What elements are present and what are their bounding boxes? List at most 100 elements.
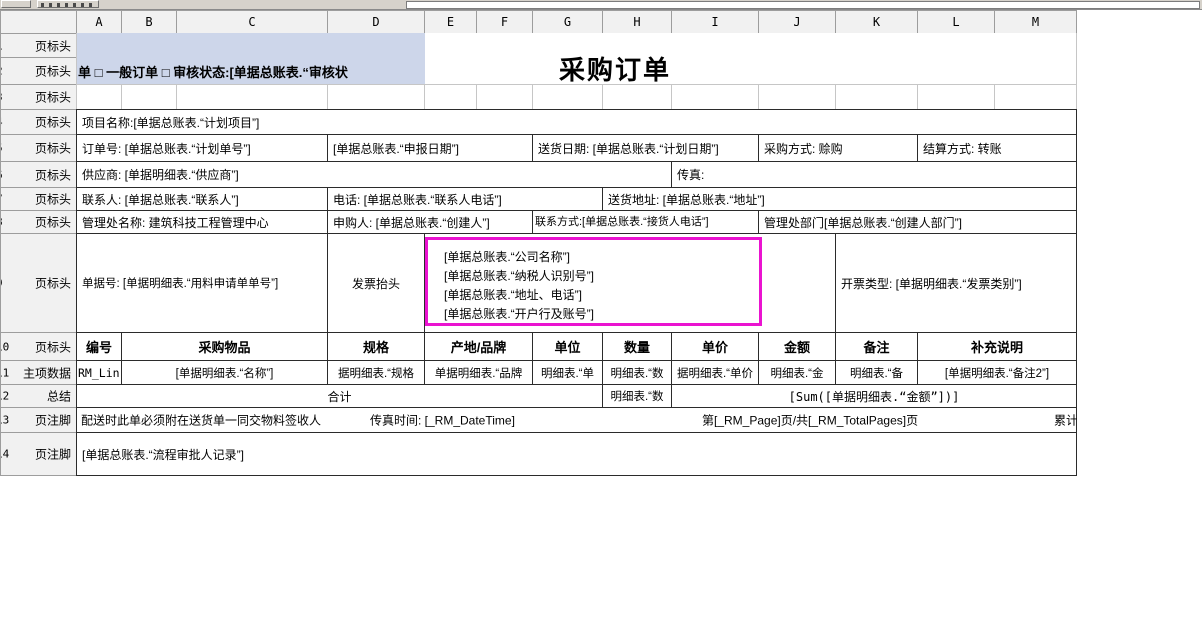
band-row-6[interactable]: 6页标头 xyxy=(0,161,77,188)
empty-cell[interactable] xyxy=(122,84,177,110)
empty-cell[interactable] xyxy=(177,84,328,110)
col-header-beizhu[interactable]: 备注 xyxy=(836,332,918,361)
empty-cell[interactable] xyxy=(76,84,122,110)
col-header-M[interactable]: M xyxy=(995,10,1077,34)
cell-order-no[interactable]: 订单号: [单据总账表.“计划单号”] xyxy=(76,134,328,162)
band-row-12[interactable]: 12总结 xyxy=(0,384,77,408)
col-header-danjia[interactable]: 单价 xyxy=(672,332,759,361)
cell-supplier[interactable]: 供应商: [单据明细表.“供应商”] xyxy=(76,161,672,188)
empty-cell[interactable] xyxy=(477,84,533,110)
col-header-shuliang[interactable]: 数量 xyxy=(603,332,672,361)
band-row-10[interactable]: 10页标头 xyxy=(0,332,77,361)
cell-brand[interactable]: 单据明细表.“品牌 xyxy=(425,360,533,385)
col-header-F[interactable]: F xyxy=(477,10,533,34)
toolbar-field-fragment[interactable] xyxy=(406,1,1200,9)
cell-remark[interactable]: 明细表.“备 xyxy=(836,360,918,385)
col-header-K[interactable]: K xyxy=(836,10,918,34)
cell-total-qty[interactable]: 明细表.“数 xyxy=(603,384,672,408)
cell-total-label[interactable]: 合计 xyxy=(76,384,603,408)
cell-invoice-title-label[interactable]: 发票抬头 xyxy=(328,233,425,333)
col-header-caigouwupin[interactable]: 采购物品 xyxy=(122,332,328,361)
cell-dept[interactable]: 管理处部门[单据总账表.“创建人部门”] xyxy=(759,210,1077,234)
cell-price[interactable]: 据明细表.“单价 xyxy=(672,360,759,385)
col-header-H[interactable]: H xyxy=(603,10,672,34)
cell-purchase-method[interactable]: 采购方式: 赊购 xyxy=(759,134,918,162)
footer-page-number: 第[_RM_Page]页/共[_RM_TotalPages]页 xyxy=(702,412,918,429)
band-row-1[interactable]: 1页标头 xyxy=(0,33,77,58)
footer-cumulative: 累计 xyxy=(1054,412,1077,429)
cell-contact-method[interactable]: 联系方式:[单据总账表.“接货人电话”] xyxy=(533,210,759,234)
band-row-3[interactable]: 3页标头 xyxy=(0,84,77,110)
selected-range-highlight[interactable]: 单 □ 一般订单 □ 审核状态:[单据总账表.“审核状 xyxy=(77,33,425,85)
band-label: 页标头 xyxy=(35,63,71,80)
col-header-G[interactable]: G xyxy=(533,10,603,34)
cell-doc-no[interactable]: 单据号: [单据明细表.“用料申请单单号”] xyxy=(76,233,328,333)
empty-cell[interactable] xyxy=(836,84,918,110)
cell-fax[interactable]: 传真: xyxy=(672,161,1077,188)
col-header-D[interactable]: D xyxy=(328,10,425,34)
empty-cell[interactable] xyxy=(995,84,1077,110)
col-header-buchongshuoming[interactable]: 补充说明 xyxy=(918,332,1077,361)
row-order: 订单号: [单据总账表.“计划单号”] [单据总账表.“申报日期”] 送货日期:… xyxy=(76,134,1077,162)
col-header-I[interactable]: I xyxy=(672,10,759,34)
cell-amount[interactable]: 明细表.“金 xyxy=(759,360,836,385)
cell-spec[interactable]: 据明细表.“规格 xyxy=(328,360,425,385)
cell-settle-method[interactable]: 结算方式: 转账 xyxy=(918,134,1077,162)
corner-cell[interactable] xyxy=(0,10,77,34)
row-number: 5 xyxy=(0,142,3,155)
cell-approval-record[interactable]: [单据总账表.“流程审批人记录”] xyxy=(76,432,1077,476)
col-header-jine[interactable]: 金额 xyxy=(759,332,836,361)
empty-cell[interactable] xyxy=(759,84,836,110)
title-band[interactable]: 单 □ 一般订单 □ 审核状态:[单据总账表.“审核状 采购订单 xyxy=(76,33,1077,85)
col-header-bianhao[interactable]: 编号 xyxy=(76,332,122,361)
cell-total-amount-sum[interactable]: [Sum([单据明细表.“金额”])] xyxy=(672,384,1077,408)
cell-invoice-info[interactable]: [单据总账表.“公司名称”] [单据总账表.“纳税人识别号”] [单据总账表.“… xyxy=(425,233,836,333)
col-header-J[interactable]: J xyxy=(759,10,836,34)
empty-cell[interactable] xyxy=(603,84,672,110)
cell-line-no[interactable]: RM_Lin xyxy=(76,360,122,385)
col-header-C[interactable]: C xyxy=(177,10,328,34)
cell-remark2[interactable]: [单据明细表.“备注2”] xyxy=(918,360,1077,385)
invoice-company-line: [单据总账表.“公司名称”] xyxy=(444,248,759,267)
col-header-A[interactable]: A xyxy=(76,10,122,34)
row-number: 2 xyxy=(0,65,3,78)
cell-applicant[interactable]: 申购人: [单据总账表.“创建人”] xyxy=(328,210,533,234)
col-header-E[interactable]: E xyxy=(425,10,477,34)
cell-unit[interactable]: 明细表.“单 xyxy=(533,360,603,385)
empty-cell[interactable] xyxy=(672,84,759,110)
empty-cell[interactable] xyxy=(425,84,477,110)
band-row-5[interactable]: 5页标头 xyxy=(0,134,77,162)
row-number: 12 xyxy=(0,390,9,403)
col-header-B[interactable]: B xyxy=(122,10,177,34)
cell-qty[interactable]: 明细表.“数 xyxy=(603,360,672,385)
cell-dept-name[interactable]: 管理处名称: 建筑科技工程管理中心 xyxy=(76,210,328,234)
cell-contact[interactable]: 联系人: [单据总账表.“联系人”] xyxy=(76,187,328,211)
empty-cell[interactable] xyxy=(328,84,425,110)
band-label: 页标头 xyxy=(35,114,71,131)
band-row-14[interactable]: 14页注脚 xyxy=(0,432,77,476)
band-row-11[interactable]: 11主项数据 xyxy=(0,360,77,385)
band-row-8[interactable]: 8页标头 xyxy=(0,210,77,234)
toolbar-button-fragment-1[interactable] xyxy=(1,0,31,8)
cell-phone[interactable]: 电话: [单据总账表.“联系人电话”] xyxy=(328,187,603,211)
col-header-danwei[interactable]: 单位 xyxy=(533,332,603,361)
band-row-7[interactable]: 7页标头 xyxy=(0,187,77,211)
cell-delivery-date[interactable]: 送货日期: [单据总账表.“计划日期”] xyxy=(533,134,759,162)
col-header-L[interactable]: L xyxy=(918,10,995,34)
col-header-guige[interactable]: 规格 xyxy=(328,332,425,361)
cell-delivery-address[interactable]: 送货地址: [单据总账表.“地址”] xyxy=(603,187,1077,211)
cell-item-name[interactable]: [单据明细表.“名称”] xyxy=(122,360,328,385)
cell-declare-date[interactable]: [单据总账表.“申报日期”] xyxy=(328,134,533,162)
empty-cell[interactable] xyxy=(533,84,603,110)
cell-invoice-type[interactable]: 开票类型: [单据明细表.“发票类别”] xyxy=(836,233,1077,333)
toolbar-button-fragment-2[interactable] xyxy=(37,0,99,8)
col-header-chandi[interactable]: 产地/品牌 xyxy=(425,332,533,361)
empty-cell[interactable] xyxy=(918,84,995,110)
band-row-13[interactable]: 13页注脚 xyxy=(0,407,77,433)
band-row-2[interactable]: 2 页标头 xyxy=(0,57,77,85)
band-row-4[interactable]: 4页标头 xyxy=(0,109,77,135)
invoice-selection-box[interactable]: [单据总账表.“公司名称”] [单据总账表.“纳税人识别号”] [单据总账表.“… xyxy=(425,237,762,326)
band-row-9[interactable]: 9页标头 xyxy=(0,233,77,333)
cell-project-name[interactable]: 项目名称:[单据总账表.“计划项目”] xyxy=(76,109,1077,135)
cell-page-footer[interactable]: 配送时此单必须附在送货单一同交物料签收人 传真时间: [_RM_DateTime… xyxy=(76,407,1077,433)
